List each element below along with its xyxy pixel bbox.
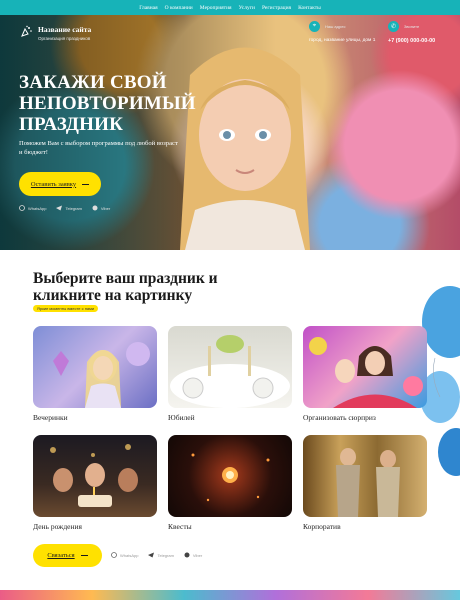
- arrow-dash-icon: [80, 555, 88, 556]
- event-card-quests-image[interactable]: [168, 435, 292, 517]
- telegram-label: Telegram: [65, 205, 82, 211]
- nav-item-home[interactable]: Главная: [139, 5, 157, 11]
- event-card-party-image[interactable]: [33, 326, 157, 408]
- viber-label: Viber: [192, 552, 203, 558]
- address-value: город, название улицы, дом 1: [309, 38, 376, 43]
- event-card-surprise[interactable]: Организовать сюрприз: [303, 326, 427, 422]
- event-card-corporate-image[interactable]: [303, 435, 427, 517]
- viber-icon: [92, 205, 98, 211]
- phone-block: ✆ Звоните +7 (900) 000-00-00: [388, 21, 435, 44]
- event-card-birthday-image[interactable]: [33, 435, 157, 517]
- event-card-party-label: Вечеринки: [33, 413, 68, 422]
- arrow-dash-icon: [82, 183, 90, 185]
- telegram-link[interactable]: Telegram: [148, 552, 174, 558]
- telegram-link[interactable]: Telegram: [56, 205, 82, 211]
- nav-item-services[interactable]: Услуги: [239, 5, 255, 11]
- address-label: Наш адрес: [325, 24, 346, 29]
- hero-girl-image: [180, 47, 310, 250]
- whatsapp-icon: [19, 205, 25, 211]
- viber-icon: [184, 552, 190, 558]
- request-button-label: Оставить заявку: [30, 180, 77, 188]
- phone-label: Звоните: [404, 24, 420, 29]
- events-badge: Яркие моменты вместе с нами: [33, 305, 99, 312]
- request-button[interactable]: Оставить заявку: [19, 172, 101, 196]
- bottom-decor-strip: [0, 590, 460, 600]
- hero-title: ЗАКАЖИ СВОЙ НЕПОВТОРИМЫЙ ПРАЗДНИК: [19, 72, 196, 135]
- whatsapp-icon: [111, 552, 117, 558]
- event-card-corporate[interactable]: Корпоратив: [303, 435, 427, 531]
- viber-label: Viber: [100, 205, 111, 211]
- event-card-anniversary-label: Юбилей: [168, 413, 195, 422]
- nav-item-events[interactable]: Мероприятия: [200, 5, 232, 11]
- nav-item-contacts[interactable]: Контакты: [298, 5, 321, 11]
- site-name: Название сайта: [38, 25, 92, 34]
- event-card-quests-label: Квесты: [168, 522, 192, 531]
- events-social-links: WhatsApp Telegram Viber: [111, 552, 202, 558]
- phone-icon: ✆: [388, 21, 399, 32]
- contact-button[interactable]: Связаться: [33, 544, 102, 567]
- sparkle-logo-icon: [21, 25, 32, 37]
- nav-item-registration[interactable]: Регистрация: [262, 5, 291, 11]
- nav-item-about[interactable]: О компании: [165, 5, 193, 11]
- site-logo[interactable]: Название сайта Организация праздников: [19, 25, 91, 41]
- viber-link[interactable]: Viber: [184, 552, 202, 558]
- event-card-party[interactable]: Вечеринки: [33, 326, 157, 422]
- contact-button-label: Связаться: [47, 552, 75, 559]
- telegram-icon: [56, 205, 63, 211]
- telegram-icon: [148, 552, 155, 558]
- phone-value[interactable]: +7 (900) 000-00-00: [388, 38, 435, 44]
- location-icon: ⌖: [309, 21, 320, 32]
- events-title: Выберите ваш праздник и кликните на карт…: [33, 270, 218, 304]
- event-card-surprise-image[interactable]: [303, 326, 427, 408]
- event-card-anniversary[interactable]: Юбилей: [168, 326, 292, 422]
- hero-social-links: WhatsApp Telegram Viber: [19, 205, 110, 211]
- whatsapp-label: WhatsApp: [28, 205, 47, 211]
- event-card-birthday[interactable]: День рождения: [33, 435, 157, 531]
- event-card-surprise-label: Организовать сюрприз: [303, 413, 376, 422]
- hero-subtitle: Поможем Вам с выбором программы под любо…: [19, 140, 178, 156]
- event-card-anniversary-image[interactable]: [168, 326, 292, 408]
- site-tagline: Организация праздников: [38, 36, 91, 41]
- event-card-birthday-label: День рождения: [33, 522, 82, 531]
- whatsapp-link[interactable]: WhatsApp: [19, 205, 46, 211]
- top-nav: Главная О компании Мероприятия Услуги Ре…: [0, 0, 460, 15]
- hero-section: Название сайта Организация праздников ⌖ …: [0, 15, 460, 250]
- telegram-label: Telegram: [157, 552, 174, 558]
- event-card-corporate-label: Корпоратив: [303, 522, 341, 531]
- event-card-quests[interactable]: Квесты: [168, 435, 292, 531]
- address-block: ⌖ Наш адрес город, название улицы, дом 1: [309, 21, 375, 43]
- whatsapp-label: WhatsApp: [120, 552, 139, 558]
- viber-link[interactable]: Viber: [92, 205, 110, 211]
- whatsapp-link[interactable]: WhatsApp: [111, 552, 138, 558]
